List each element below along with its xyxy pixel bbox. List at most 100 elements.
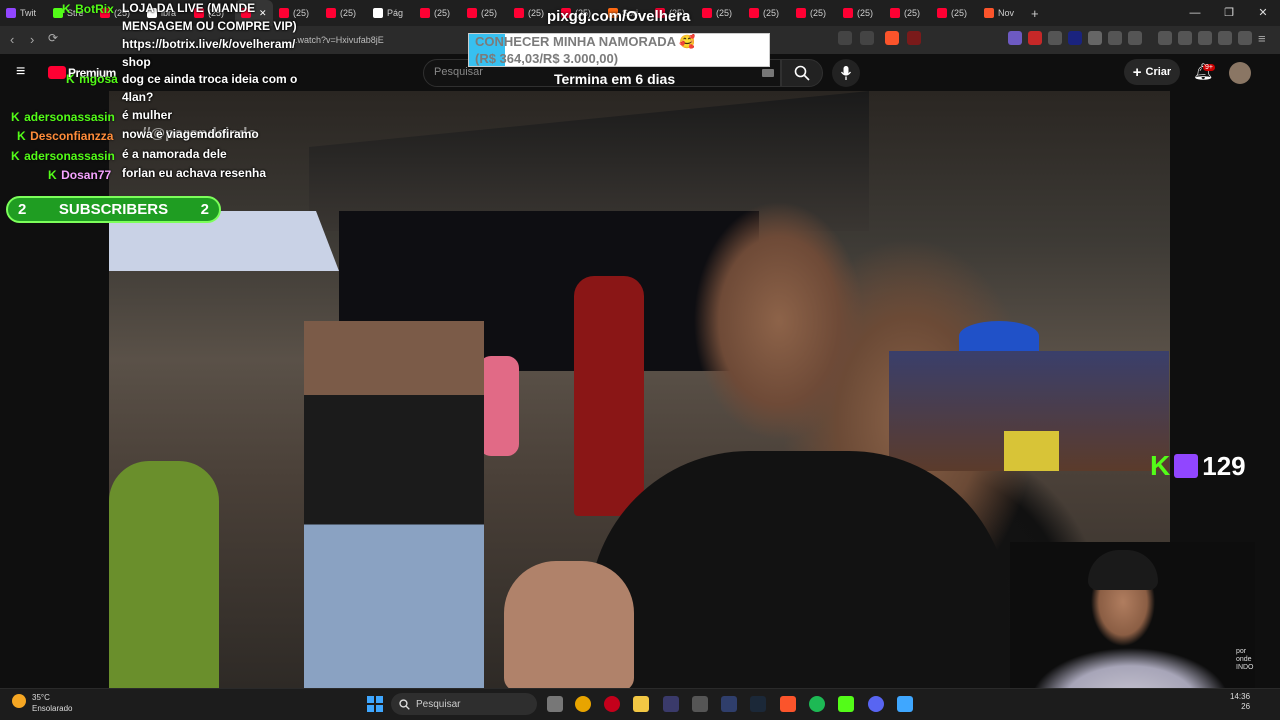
yellow-banner: [1004, 431, 1059, 471]
vpn-icon[interactable]: [1238, 31, 1252, 45]
chat-message: K adersonassasin: [11, 147, 115, 165]
plus-icon: +: [1132, 63, 1142, 81]
weather-widget[interactable]: 35°C Ensolarado: [10, 692, 72, 714]
chat-text: LOJA DA LIVE (MANDE MENSAGEM OU COMPRE V…: [122, 1, 297, 69]
kick-icon: K: [1150, 450, 1171, 481]
woman-walking: [304, 321, 484, 688]
tab-label: (25): [904, 8, 921, 18]
browser-tab[interactable]: (25): [837, 0, 884, 26]
folder-icon[interactable]: [633, 696, 649, 712]
kick-icon: K: [11, 149, 20, 163]
subscribers-label: SUBSCRIBERS: [58, 201, 169, 218]
extension-icon[interactable]: [1128, 31, 1142, 45]
tab-favicon-icon: [514, 8, 524, 18]
brave-shield-icon[interactable]: [885, 31, 899, 45]
browser-tab[interactable]: (25): [884, 0, 931, 26]
woman-green-top: [109, 461, 219, 688]
tab-favicon-icon: [467, 8, 477, 18]
tab-favicon-icon: [326, 8, 336, 18]
time: 14:36: [1230, 692, 1251, 701]
app-icon[interactable]: [721, 696, 737, 712]
cam-logo: por onde INDO: [1236, 648, 1254, 671]
brave-rewards-icon[interactable]: [907, 31, 921, 45]
chat-text: forlan eu achava resenha: [122, 166, 267, 180]
sun-icon: [12, 694, 26, 708]
chat-username: BotRix: [75, 2, 114, 16]
notepad-icon[interactable]: [897, 696, 913, 712]
tab-favicon-icon: [373, 8, 383, 18]
goal-ends-text: Termina em 6 dias: [554, 71, 676, 87]
url-text[interactable]: ...watch?v=Hxivufab8jE: [290, 35, 440, 51]
pix-url: pixgg.com/Ovelhera: [547, 8, 691, 25]
twitch-icon: [1174, 454, 1199, 478]
browser-tab[interactable]: (25): [790, 0, 837, 26]
kick-app-icon[interactable]: [838, 696, 854, 712]
chat-username: mgosa: [79, 72, 118, 86]
browser-tab[interactable]: Pág: [367, 0, 414, 26]
create-button[interactable]: + Criar: [1124, 59, 1180, 85]
sidebar-icon[interactable]: [1178, 31, 1192, 45]
extension-icon[interactable]: [1028, 31, 1042, 45]
new-tab-icon[interactable]: +: [1025, 6, 1039, 21]
tab-favicon-icon: [702, 8, 712, 18]
app-icon[interactable]: [663, 696, 679, 712]
extension-icon[interactable]: [1048, 31, 1062, 45]
create-label: Criar: [1145, 66, 1172, 78]
blue-umbrella: [959, 321, 1039, 351]
tab-favicon-icon: [796, 8, 806, 18]
wallet-icon[interactable]: [1198, 31, 1212, 45]
maximize-icon[interactable]: ❐: [1212, 0, 1246, 26]
tab-label: (25): [481, 8, 498, 18]
brave-icon[interactable]: [780, 696, 796, 712]
puzzle-icon[interactable]: [1108, 31, 1122, 45]
presenter-face: [669, 171, 889, 481]
chat-text: nowa e viagemdofiramo: [122, 127, 259, 141]
pink-dress: [479, 356, 519, 456]
close-window-icon[interactable]: ✕: [1246, 0, 1280, 26]
chat-username: Desconfianzza: [30, 129, 114, 143]
browser-tab[interactable]: (25): [461, 0, 508, 26]
windows-start-icon[interactable]: [367, 696, 383, 712]
screen-icon[interactable]: [838, 31, 852, 45]
presenter-shirt: [589, 451, 1009, 688]
tab-favicon-icon: [843, 8, 853, 18]
tab-favicon-icon: [984, 8, 994, 18]
browser-tab[interactable]: (25): [320, 0, 367, 26]
task-view-icon[interactable]: [547, 696, 563, 712]
taskbar-search[interactable]: Pesquisar: [391, 693, 537, 715]
discord-icon[interactable]: [868, 696, 884, 712]
tab-label: (25): [528, 8, 545, 18]
extension-icon[interactable]: [1008, 31, 1022, 45]
chat-text: dog ce ainda troca ideia com o 4lan?: [122, 72, 298, 104]
spotify-icon[interactable]: [809, 696, 825, 712]
kick-icon: K: [11, 110, 20, 124]
keyboard-icon[interactable]: [762, 69, 774, 77]
browser-tab[interactable]: (25): [743, 0, 790, 26]
chat-text: é mulher: [122, 108, 173, 122]
chrome-icon[interactable]: [575, 696, 591, 712]
voice-search-button[interactable]: [832, 59, 860, 87]
share-icon[interactable]: [860, 31, 874, 45]
viewer-count: 129: [1202, 450, 1246, 481]
microphone-icon: [840, 66, 852, 80]
chat-message: K adersonassasin: [11, 108, 115, 126]
tab-label: (25): [763, 8, 780, 18]
browser-tab[interactable]: (25): [414, 0, 461, 26]
opera-icon[interactable]: [604, 696, 620, 712]
menu-icon[interactable]: ≡: [1258, 31, 1266, 46]
clock[interactable]: 14:36 26: [1230, 692, 1250, 712]
kick-icon: K: [48, 168, 57, 182]
extension-icon[interactable]: [1088, 31, 1102, 45]
browser-tab[interactable]: (25): [696, 0, 743, 26]
leo-icon[interactable]: [1218, 31, 1232, 45]
steam-icon[interactable]: [750, 696, 766, 712]
tab-label: (25): [951, 8, 968, 18]
app-icon[interactable]: [692, 696, 708, 712]
extension-icon[interactable]: [1068, 31, 1082, 45]
minimize-icon[interactable]: —: [1178, 0, 1212, 26]
search-button[interactable]: [781, 59, 823, 87]
avatar[interactable]: [1229, 62, 1251, 84]
browser-tab[interactable]: Nov: [978, 0, 1025, 26]
media-icon[interactable]: [1158, 31, 1172, 45]
browser-tab[interactable]: (25): [931, 0, 978, 26]
